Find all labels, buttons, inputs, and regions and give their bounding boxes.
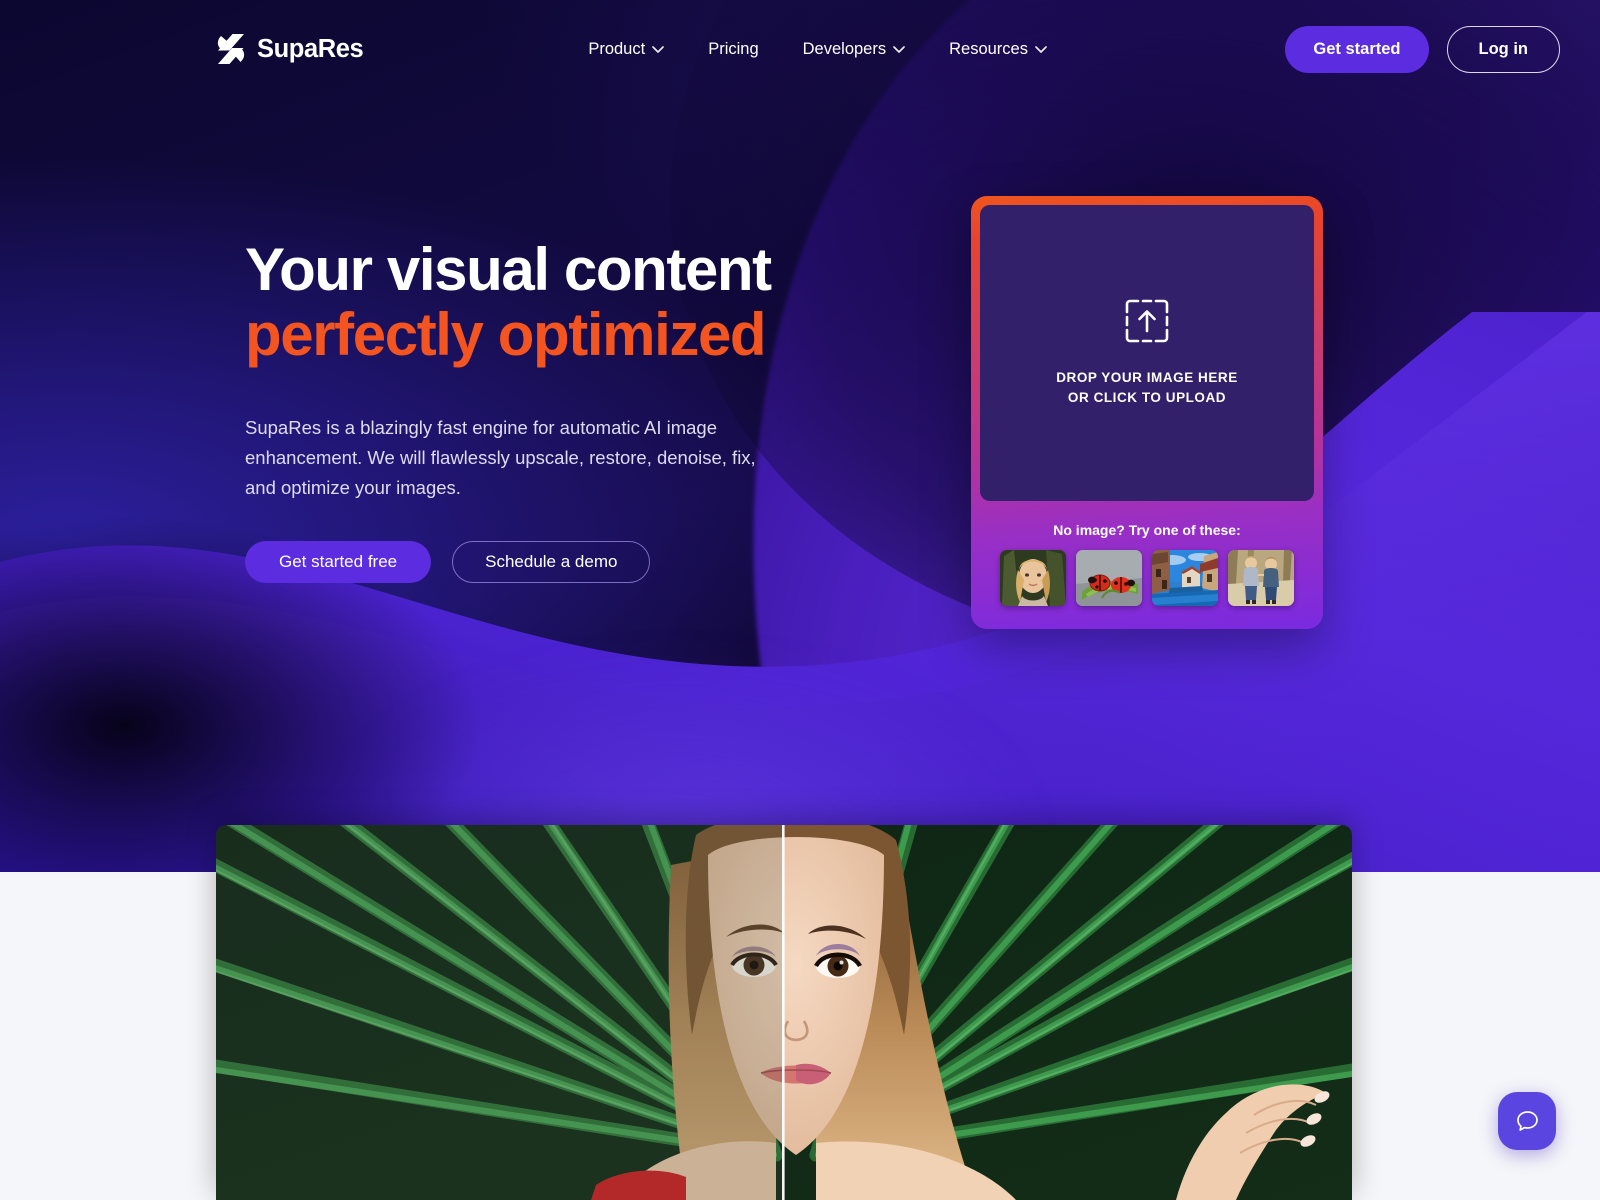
upload-card: DROP YOUR IMAGE HERE OR CLICK TO UPLOAD … bbox=[971, 196, 1323, 629]
samples-label: No image? Try one of these: bbox=[1053, 522, 1241, 538]
heading-line-1: Your visual content bbox=[245, 236, 772, 303]
brand-logo[interactable]: SupaRes bbox=[216, 33, 364, 65]
chevron-down-icon bbox=[893, 45, 905, 53]
suparés-slash-logo-icon bbox=[217, 34, 245, 64]
nav-item-label: Resources bbox=[949, 39, 1028, 58]
page-title: Your visual content perfectly optimized bbox=[245, 236, 772, 369]
nav-item-label: Pricing bbox=[708, 39, 759, 58]
dropzone-line-2: OR CLICK TO UPLOAD bbox=[1067, 390, 1227, 405]
get-started-button[interactable]: Get started bbox=[1285, 25, 1429, 73]
canal-village-thumbnail[interactable] bbox=[1152, 550, 1218, 606]
chat-widget-button[interactable] bbox=[1498, 1092, 1556, 1150]
before-after-portrait-comparison[interactable] bbox=[216, 825, 1352, 1200]
hero-section: SupaRes Product Pricing Developers Resou… bbox=[0, 0, 1600, 872]
log-in-button[interactable]: Log in bbox=[1446, 25, 1560, 73]
nav-item-label: Developers bbox=[802, 39, 887, 58]
upload-arrow-icon bbox=[1125, 299, 1169, 343]
hero-cta-row: Get started free Schedule a demo bbox=[245, 541, 651, 583]
dropzone-line-1: DROP YOUR IMAGE HERE bbox=[1056, 369, 1238, 385]
top-navigation-bar: SupaRes Product Pricing Developers Resou… bbox=[0, 0, 1600, 98]
dropzone[interactable]: DROP YOUR IMAGE HERE OR CLICK TO UPLOAD bbox=[980, 205, 1314, 501]
heading-line-2: perfectly optimized bbox=[245, 301, 767, 369]
portrait-woman-thumbnail[interactable] bbox=[1000, 550, 1066, 606]
two-children-thumbnail[interactable] bbox=[1228, 550, 1294, 606]
get-started-free-button[interactable]: Get started free bbox=[245, 541, 432, 583]
schedule-demo-button[interactable]: Schedule a demo bbox=[452, 541, 651, 583]
nav-actions: Get started Log in bbox=[1285, 25, 1560, 73]
nav-item-product[interactable]: Product bbox=[588, 39, 665, 59]
brand-name: SupaRes bbox=[257, 34, 364, 63]
hero-content: Your visual content perfectly optimized … bbox=[0, 0, 1600, 872]
hero-paragraph: SupaRes is a blazingly fast engine for a… bbox=[245, 417, 756, 498]
nav-links: Product Pricing Developers Resources bbox=[588, 40, 1047, 59]
ladybugs-macro-thumbnail[interactable] bbox=[1076, 550, 1142, 606]
nav-item-resources[interactable]: Resources bbox=[949, 40, 1047, 59]
dropzone-text: DROP YOUR IMAGE HERE OR CLICK TO UPLOAD bbox=[1056, 368, 1238, 409]
sample-thumbnails bbox=[980, 550, 1314, 606]
chevron-down-icon bbox=[1035, 45, 1047, 53]
chevron-down-icon bbox=[652, 45, 665, 53]
nav-item-pricing[interactable]: Pricing bbox=[708, 40, 758, 59]
chat-bubble-icon bbox=[1516, 1110, 1538, 1131]
nav-item-label: Product bbox=[588, 39, 646, 58]
nav-item-developers[interactable]: Developers bbox=[803, 40, 905, 59]
vertical-split-handle bbox=[782, 825, 785, 1200]
